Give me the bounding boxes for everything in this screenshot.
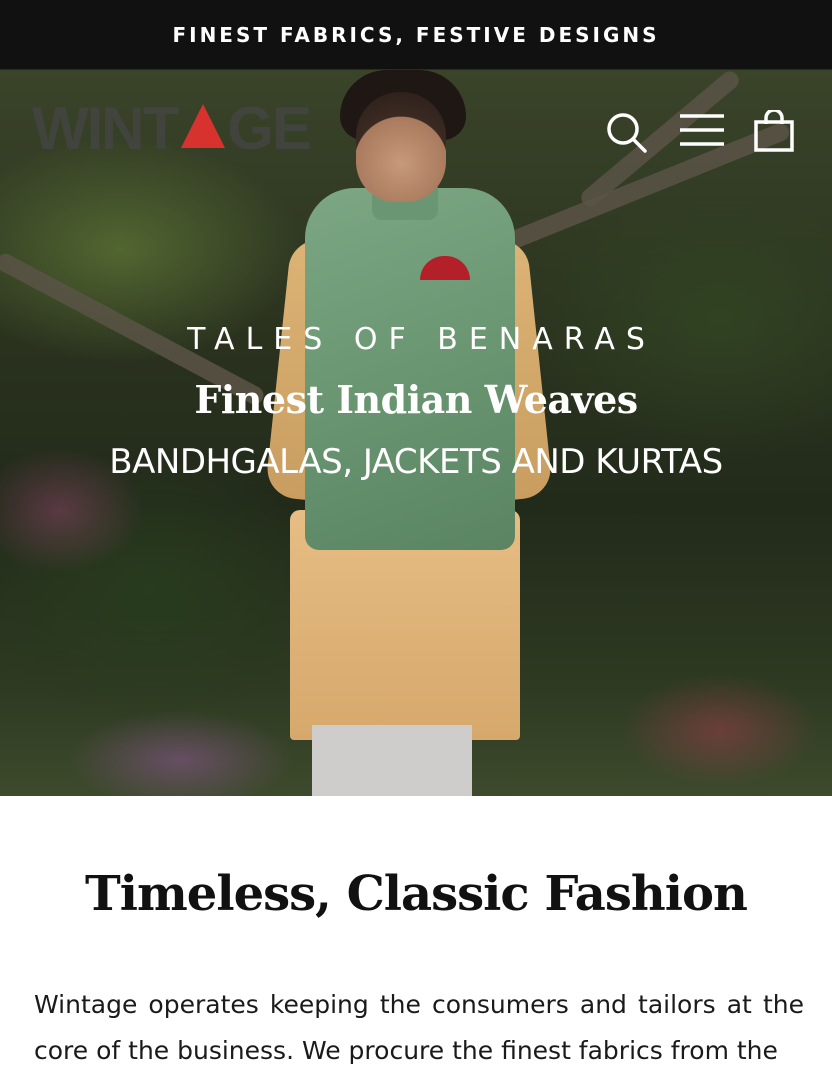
- hero-headline: Finest Indian Weaves: [194, 377, 638, 422]
- search-button[interactable]: [604, 110, 648, 154]
- section-title: Timeless, Classic Fashion: [85, 866, 748, 922]
- search-icon: [607, 113, 647, 153]
- model-head: [356, 92, 446, 202]
- cart-button[interactable]: [752, 108, 796, 154]
- announcement-text: FINEST FABRICS, FESTIVE DESIGNS: [172, 22, 660, 47]
- menu-button[interactable]: [678, 110, 724, 154]
- hero-subline: BANDHGALAS, JACKETS AND KURTAS: [109, 442, 723, 482]
- model-jacket: [305, 188, 515, 550]
- model-trousers: [312, 725, 472, 796]
- announcement-bar: FINEST FABRICS, FESTIVE DESIGNS: [0, 0, 832, 70]
- logo-text-right: GE: [227, 94, 312, 162]
- section-body: Wintage operates keeping the consumers a…: [34, 990, 804, 1065]
- menu-icon: [680, 114, 724, 146]
- hero-eyebrow: TALES OF BENARAS: [187, 322, 656, 357]
- logo-triangle: [181, 104, 226, 148]
- hero-banner[interactable]: WINT GE TALES OF BENARAS Finest Indian We…: [0, 70, 832, 796]
- logo-text-left: WINT: [32, 94, 179, 162]
- brand-logo[interactable]: WINT GE: [32, 95, 312, 162]
- cart-icon: [754, 108, 794, 152]
